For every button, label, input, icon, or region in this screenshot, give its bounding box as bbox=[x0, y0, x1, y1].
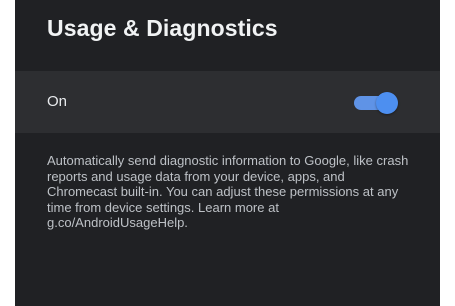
settings-panel: Usage & Diagnostics On Automatically sen… bbox=[15, 0, 440, 306]
usage-diagnostics-toggle-row[interactable]: On bbox=[15, 71, 440, 133]
toggle-label: On bbox=[47, 93, 68, 110]
description-text: Automatically send diagnostic informatio… bbox=[47, 153, 409, 230]
page-title: Usage & Diagnostics bbox=[47, 15, 278, 41]
switch-knob bbox=[376, 92, 398, 114]
usage-diagnostics-switch[interactable] bbox=[354, 92, 398, 114]
